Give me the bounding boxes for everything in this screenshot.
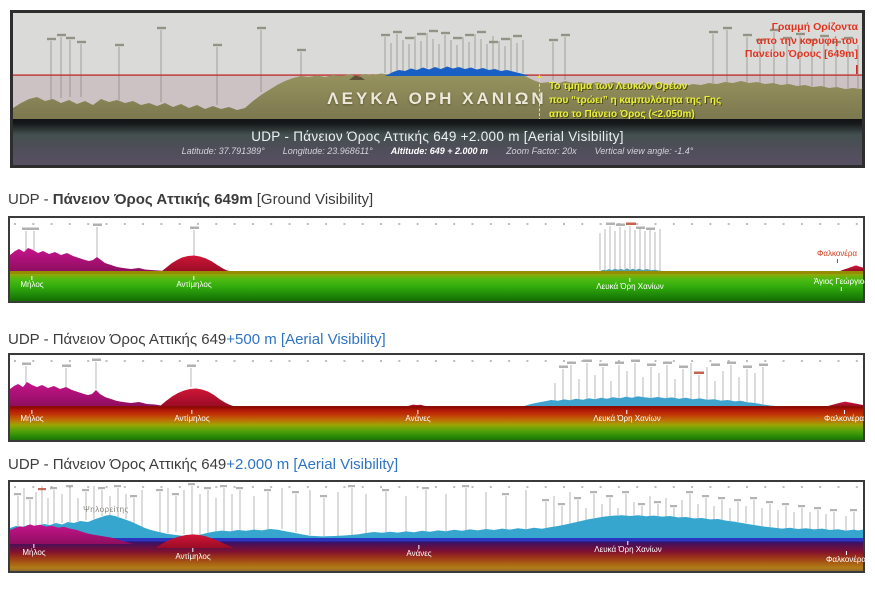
label-lefka-ori: Λευκά Όρη Χανίων	[594, 541, 661, 554]
label-lefka-ori: Λευκά Όρη Χανίων	[596, 278, 663, 291]
panorama-panel: ΛΕΥΚΑ ΟΡΗ ΧΑΝΙΩΝ Γραμμή Ορίζοντα απο την…	[10, 10, 865, 168]
panel-title-aerial-2000: UDP - Πάνειον Όρος Αττικής 649+2.000 m […	[8, 456, 398, 473]
callout-lines	[26, 362, 763, 404]
sea-horizon-line	[10, 538, 863, 542]
label-ananes: Ανάνες	[405, 410, 430, 423]
horizon-band	[10, 406, 863, 409]
antimilos-profile	[160, 389, 233, 407]
callout-lines	[26, 226, 660, 271]
antimilos-profile	[162, 256, 230, 272]
panorama-report-page: ΛΕΥΚΑ ΟΡΗ ΧΑΝΙΩΝ Γραμμή Ορίζοντα απο την…	[0, 0, 875, 590]
lefka-ori-profile	[600, 268, 663, 271]
title-accent: +500 m [Aerial Visibility]	[226, 331, 385, 348]
title-suffix: [Ground Visibility]	[253, 191, 374, 208]
title-prefix: UDP -	[8, 191, 53, 208]
label-lefka-ori: Λευκά Όρη Χανίων	[593, 410, 660, 423]
callout-labels	[22, 223, 655, 231]
meta-zoom-factor: Zoom Factor: 20x	[506, 146, 577, 156]
label-milos: Μήλος	[20, 410, 43, 423]
horizon-note-line: Γραμμή Ορίζοντα	[745, 21, 858, 35]
horizon-note: Γραμμή Ορίζοντα απο την κορυφή του Πανεί…	[745, 21, 858, 62]
curvature-note-line: που “τρώει” η καμπυλότητα της Γης	[549, 94, 721, 108]
title-strong: Πάνειον Όρος Αττικής 649m	[53, 191, 253, 208]
curvature-note: Το τμήμα των Λευκών Ορέων που “τρώει” η …	[549, 80, 721, 122]
panel-title-ground: UDP - Πάνειον Όρος Αττικής 649m [Ground …	[8, 191, 373, 208]
milos-profile	[10, 248, 165, 271]
ground-visibility-chart: Μήλος Αντίμηλος Λευκά Όρη Χανίων Φαλκονέ…	[8, 216, 865, 303]
label-antimilos: Αντίμηλος	[175, 548, 210, 561]
label-milos: Μήλος	[20, 276, 43, 289]
aerial-2000-chart: Ψηλορείτης Μήλος Αντίμηλος Ανάνες Λευκά …	[8, 480, 865, 573]
title-prefix: UDP - Πάνειον Όρος Αττικής 649	[8, 331, 226, 348]
panorama-infoband: UDP - Πάνειον Όρος Αττικής 649 +2.000 m …	[13, 119, 862, 165]
panorama-main-label: ΛΕΥΚΑ ΟΡΗ ΧΑΝΙΩΝ	[327, 89, 546, 109]
label-falkonera: Φαλκονέρα	[817, 250, 857, 263]
title-accent: +2.000 m [Aerial Visibility]	[226, 456, 398, 473]
horizon-note-line: απο την κορυφή του	[745, 35, 858, 49]
meta-latitude: Latitude: 37.791389°	[182, 146, 265, 156]
aerial-500-profile-svg	[10, 355, 863, 440]
agios-georgios-profile	[840, 265, 863, 271]
panorama-meta: Latitude: 37.791389° Longitude: 23.968611…	[173, 146, 703, 156]
lefka-ori-profile	[524, 396, 776, 406]
label-milos: Μήλος	[22, 544, 45, 557]
ananes-profile	[408, 405, 425, 406]
ground-band	[10, 274, 863, 301]
milos-profile	[10, 382, 166, 406]
ground-profile-svg	[10, 218, 863, 301]
label-falkonera: Φαλκονέρα	[826, 551, 866, 564]
meta-view-angle: Vertical view angle: -1.4°	[595, 146, 694, 156]
panorama-title: UDP - Πάνειον Όρος Αττικής 649 +2.000 m …	[251, 129, 624, 144]
label-falkonera: Φαλκονέρα	[824, 410, 864, 423]
horizon-note-line: Πανείου Όρους [649m]	[745, 48, 858, 62]
lefka-ori-and-crete-profile	[10, 515, 863, 538]
label-ananes: Ανάνες	[406, 545, 431, 558]
meta-altitude: Altitude: 649 + 2.000 m	[391, 146, 488, 156]
panel-title-aerial-500: UDP - Πάνειον Όρος Αττικής 649+500 m [Ae…	[8, 331, 386, 348]
ground-band	[10, 542, 863, 572]
curvature-note-line: Το τμήμα των Λευκών Ορέων	[549, 80, 721, 94]
label-psiloritis: Ψηλορείτης	[83, 506, 129, 514]
curvature-arrow-icon: ▲▼	[539, 79, 540, 121]
horizon-band	[10, 271, 863, 274]
meta-longitude: Longitude: 23.968611°	[283, 146, 373, 156]
label-antimilos: Αντίμηλος	[176, 276, 211, 289]
label-antimilos: Αντίμηλος	[174, 410, 209, 423]
panorama-overlay: ΛΕΥΚΑ ΟΡΗ ΧΑΝΙΩΝ Γραμμή Ορίζοντα απο την…	[13, 13, 862, 119]
label-agios-georgios: Άγιος Γεώργιος	[814, 278, 868, 291]
aerial-2000-profile-svg	[10, 482, 863, 571]
aerial-500-chart: Μήλος Αντίμηλος Ανάνες Λευκά Όρη Χανίων …	[8, 353, 865, 442]
falkonera-profile	[828, 402, 863, 406]
ground-band	[10, 409, 863, 441]
title-prefix: UDP - Πάνειον Όρος Αττικής 649	[8, 456, 226, 473]
